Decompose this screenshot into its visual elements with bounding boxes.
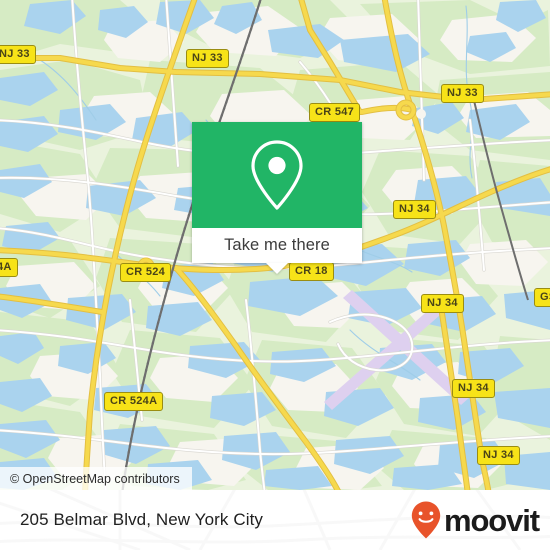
- moovit-logo[interactable]: moovit: [411, 501, 540, 539]
- map-canvas[interactable]: .forest { fill:#d6ebc4; } .water { fill:…: [0, 0, 550, 490]
- moovit-smiley-pin-icon: [411, 501, 441, 539]
- footer-bar: 205 Belmar Blvd, New York City moovit: [0, 490, 550, 550]
- shield-nj33-right: NJ 33: [441, 84, 484, 103]
- take-me-there-label: Take me there: [224, 236, 330, 254]
- attribution-text: © OpenStreetMap contributors: [10, 471, 180, 486]
- popup-tail-pointer: [266, 263, 288, 274]
- shield-cr524a: CR 524A: [104, 392, 164, 411]
- shield-cr524: CR 524: [120, 263, 172, 282]
- shield-nj34-mid: NJ 34: [421, 294, 464, 313]
- popup-header: [192, 122, 362, 228]
- take-me-there-button[interactable]: Take me there: [192, 228, 362, 263]
- shield-nj33-top: NJ 33: [186, 49, 229, 68]
- shield-cr547: CR 547: [309, 103, 361, 122]
- moovit-map-screen: .forest { fill:#d6ebc4; } .water { fill:…: [0, 0, 550, 550]
- moovit-wordmark: moovit: [443, 502, 540, 538]
- map-attribution: © OpenStreetMap contributors: [0, 467, 192, 490]
- shield-cr18: CR 18: [289, 262, 334, 281]
- shield-nj34-lower: NJ 34: [452, 379, 495, 398]
- shield-nj34-upper: NJ 34: [393, 200, 436, 219]
- map-pin-icon: [251, 140, 303, 210]
- address-label: 205 Belmar Blvd, New York City: [20, 510, 263, 529]
- shield-gsp-edge: GS: [534, 288, 550, 307]
- shield-nj34-bottom: NJ 34: [477, 446, 520, 465]
- shield-nj33-left: NJ 33: [0, 45, 36, 64]
- location-popup[interactable]: Take me there: [192, 122, 362, 274]
- shield-cr524a-edge: 4A: [0, 258, 18, 277]
